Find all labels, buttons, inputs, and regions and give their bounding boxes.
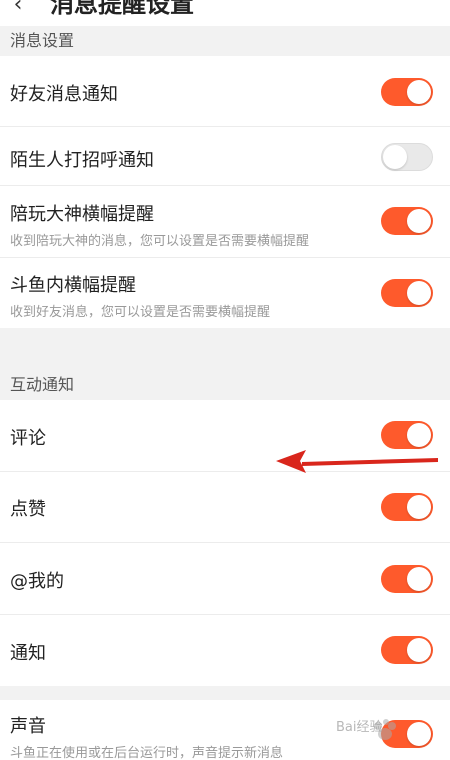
page-title: 消息提醒设置 [50,0,194,18]
chevron-left-icon[interactable]: ‹ [6,0,30,20]
setting-description: 收到陪玩大神的消息，您可以设置是否需要横幅提醒 [10,234,310,249]
toggle-knob [407,423,431,447]
toggle-knob [407,80,431,104]
toggle-notice[interactable] [381,636,433,664]
toggle-knob [407,638,431,662]
toggle-knob [407,495,431,519]
setting-label: 通知 [10,643,46,664]
setting-label: 陪玩大神横幅提醒 [10,204,154,225]
watermark-text: Bai经验 [336,720,383,735]
toggle-knob [383,145,407,169]
toggle-douyu-banner[interactable] [381,279,433,307]
setting-label: 评论 [10,428,46,449]
toggle-companion-banner[interactable] [381,207,433,235]
setting-description: 斗鱼正在使用或在后台运行时，声音提示新消息 [10,746,284,760]
setting-description: 收到好友消息，您可以设置是否需要横幅提醒 [10,305,271,320]
toggle-mention[interactable] [381,565,433,593]
setting-label: 好友消息通知 [10,84,118,105]
toggle-sound[interactable] [381,720,433,748]
setting-label: 声音 [10,716,46,737]
section-title-message: 消息设置 [10,31,75,50]
setting-label: 斗鱼内横幅提醒 [10,275,136,296]
setting-label: 陌生人打招呼通知 [10,150,154,171]
setting-label: @我的 [10,571,64,592]
section-title-interaction: 互动通知 [10,375,75,394]
setting-label: 点赞 [10,499,46,520]
toggle-knob [407,209,431,233]
toggle-like[interactable] [381,493,433,521]
toggle-knob [407,567,431,591]
header-bar: ‹ 消息提醒设置 [0,0,450,26]
toggle-knob [407,722,431,746]
toggle-knob [407,281,431,305]
settings-page: ‹ 消息提醒设置 消息设置 好友消息通知 陌生人打招呼通知 陪玩大神横幅提醒 收… [0,0,450,760]
toggle-friend-message[interactable] [381,78,433,106]
toggle-stranger-greeting[interactable] [381,143,433,171]
toggle-comment[interactable] [381,421,433,449]
